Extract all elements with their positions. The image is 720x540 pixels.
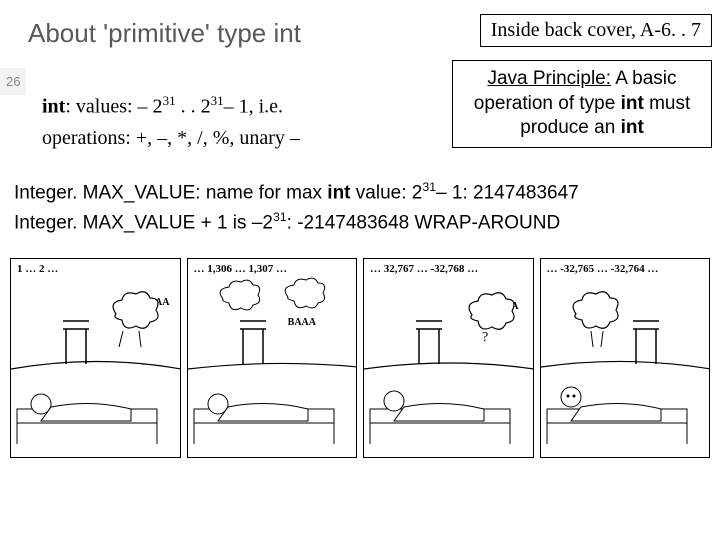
max-value-line: Integer. MAX_VALUE: name for max int val…: [14, 180, 579, 204]
reference-box: Inside back cover, A-6. . 7: [480, 14, 712, 47]
wrap-around-line: Integer. MAX_VALUE + 1 is –231: -2147483…: [14, 210, 560, 234]
sheep-sketch: [11, 259, 181, 458]
sheep-sketch: ?: [364, 259, 534, 458]
int-operations: operations: +, –, *, /, %, unary –: [42, 124, 300, 153]
int-keyword: int: [42, 96, 65, 118]
comic-panel-4: … -32,765 … -32,764 … BAAA: [540, 258, 711, 458]
comic-strip: 1 … 2 … BAAA … 1,306 … 1,307 … BAAA: [10, 258, 710, 458]
sheep-sketch: [188, 259, 358, 458]
page-number: 26: [0, 68, 26, 95]
slide-title: About 'primitive' type int: [28, 18, 301, 49]
comic-panel-2: … 1,306 … 1,307 … BAAA: [187, 258, 358, 458]
svg-text:?: ?: [482, 330, 488, 345]
java-principle-box: Java Principle: A basic operation of typ…: [452, 60, 712, 148]
int-definition: int: values: – 231 . . 231– 1, i.e. oper…: [42, 92, 300, 153]
sheep-sketch: [541, 259, 711, 458]
comic-panel-1: 1 … 2 … BAAA: [10, 258, 181, 458]
comic-panel-3: … 32,767 … -32,768 … BAAA ?: [363, 258, 534, 458]
